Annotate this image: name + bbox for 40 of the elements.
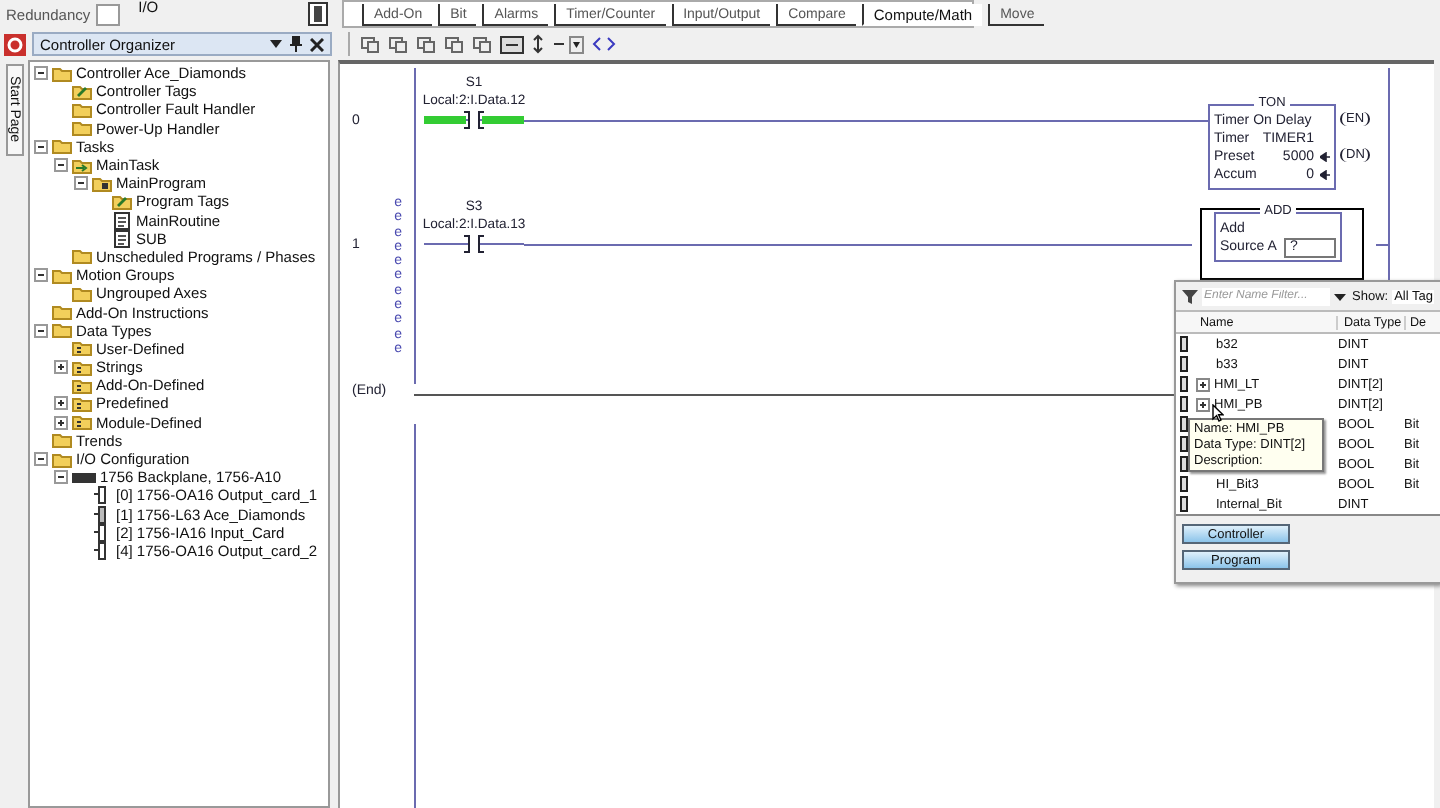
contact-icon[interactable] bbox=[424, 110, 524, 130]
contact-icon[interactable] bbox=[424, 234, 524, 254]
tree-expander[interactable] bbox=[54, 396, 68, 411]
folder-icon bbox=[92, 175, 112, 192]
dropdown-icon[interactable] bbox=[1334, 291, 1346, 301]
tree-expander[interactable] bbox=[34, 268, 48, 283]
tree-expander[interactable] bbox=[54, 415, 68, 430]
folder-icon bbox=[72, 340, 92, 357]
element-dropdown-icon[interactable] bbox=[552, 35, 584, 53]
tree-expander[interactable] bbox=[34, 66, 48, 81]
redundancy-field bbox=[96, 3, 121, 25]
tree-expander[interactable] bbox=[34, 452, 48, 467]
organizer-icon[interactable] bbox=[4, 33, 26, 55]
folder-icon bbox=[112, 193, 132, 210]
row-expander[interactable] bbox=[1196, 397, 1210, 411]
row-expander[interactable] bbox=[1196, 377, 1210, 391]
folder-icon bbox=[72, 83, 92, 100]
tree-expander[interactable] bbox=[74, 176, 88, 191]
folder-icon bbox=[72, 377, 92, 394]
folder-icon bbox=[72, 359, 92, 376]
tree-expander[interactable] bbox=[54, 360, 68, 375]
tree-expander[interactable] bbox=[54, 470, 68, 485]
link-icon[interactable] bbox=[592, 36, 616, 52]
tree-expander[interactable] bbox=[54, 158, 68, 173]
chassis-icon bbox=[72, 471, 96, 484]
routine-icon bbox=[112, 211, 132, 230]
close-icon[interactable] bbox=[310, 37, 324, 51]
folder-icon bbox=[72, 395, 92, 412]
tree-expander[interactable] bbox=[34, 139, 48, 154]
routine-icon bbox=[112, 229, 132, 248]
filter-icon[interactable] bbox=[1182, 289, 1198, 303]
folder-icon bbox=[72, 157, 92, 174]
zoom-tool-icon[interactable] bbox=[500, 35, 524, 53]
module-icon bbox=[92, 486, 112, 505]
toggle-icon[interactable] bbox=[532, 34, 544, 54]
tree-expander[interactable] bbox=[34, 323, 48, 338]
folder-icon bbox=[72, 414, 92, 431]
dropdown-icon[interactable] bbox=[270, 38, 282, 50]
pin-icon[interactable] bbox=[290, 36, 302, 52]
device-icon[interactable] bbox=[308, 2, 328, 26]
